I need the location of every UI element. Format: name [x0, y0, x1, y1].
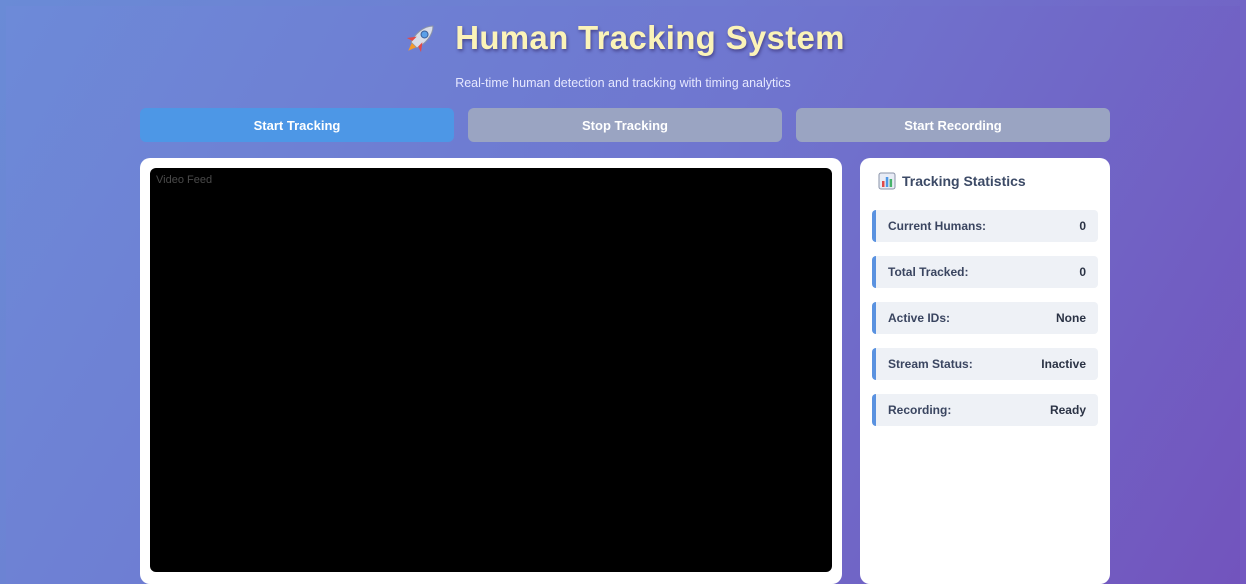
video-feed-label: Video Feed — [156, 174, 213, 186]
stat-current-humans: Current Humans: 0 — [872, 210, 1098, 242]
stat-value: 0 — [1079, 219, 1086, 233]
page-title: Human Tracking System — [455, 19, 845, 56]
start-recording-button[interactable]: Start Recording — [796, 108, 1110, 142]
page-subtitle: Real-time human detection and tracking w… — [455, 76, 791, 90]
stats-heading-label: Tracking Statistics — [902, 173, 1026, 189]
stats-heading: Tracking Statistics — [872, 172, 1098, 190]
stat-total-tracked: Total Tracked: 0 — [872, 256, 1098, 288]
stat-recording: Recording: Ready — [872, 394, 1098, 426]
video-feed: Video Feed — [150, 168, 832, 572]
video-panel: Video Feed — [140, 158, 842, 584]
stat-stream-status: Stream Status: Inactive — [872, 348, 1098, 380]
stat-label: Total Tracked: — [888, 265, 969, 279]
stop-tracking-button[interactable]: Stop Tracking — [468, 108, 782, 142]
rocket-icon — [401, 18, 441, 58]
stat-value: Ready — [1049, 403, 1086, 417]
bar-chart-icon — [878, 172, 896, 190]
start-tracking-button[interactable]: Start Tracking — [140, 108, 454, 142]
stat-value: None — [1056, 311, 1086, 325]
stat-value: 0 — [1079, 265, 1086, 279]
stat-label: Stream Status: — [888, 357, 973, 371]
stat-active-ids: Active IDs: None — [872, 302, 1098, 334]
stat-value: Inactive — [1041, 357, 1086, 371]
stat-label: Recording: — [888, 403, 952, 417]
stats-panel: Tracking Statistics Current Humans: 0 To… — [860, 158, 1110, 584]
stat-label: Current Humans: — [888, 219, 987, 233]
control-bar: Start Tracking Stop Tracking Start Recor… — [140, 108, 1110, 142]
title-row: Human Tracking System — [0, 14, 1246, 62]
stat-label: Active IDs: — [888, 311, 951, 325]
header: Human Tracking System Real-time human de… — [0, 14, 1246, 90]
